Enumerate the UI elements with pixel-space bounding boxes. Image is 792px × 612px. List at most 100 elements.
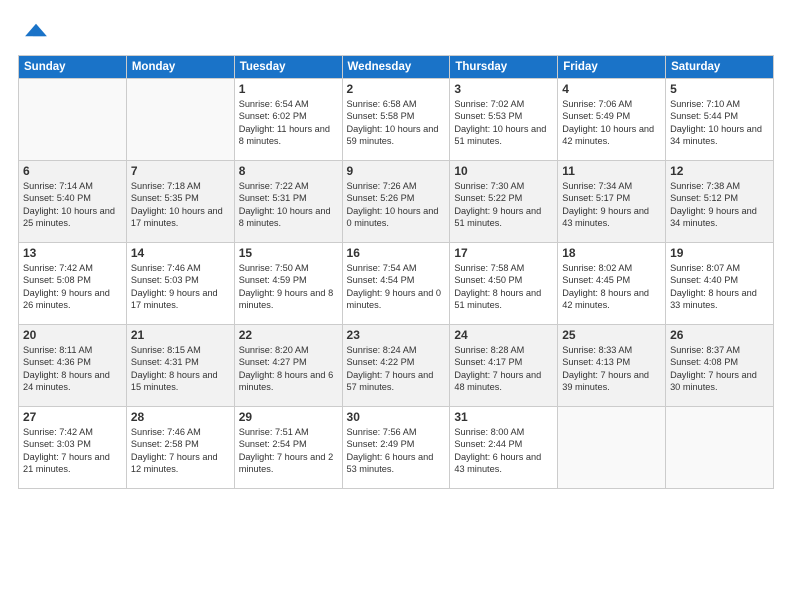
- day-number: 10: [454, 164, 553, 178]
- day-of-week-header: Saturday: [666, 56, 774, 79]
- day-number: 27: [23, 410, 122, 424]
- calendar-cell: 16 Sunrise: 7:54 AMSunset: 4:54 PMDayligh…: [342, 243, 450, 325]
- calendar-header-row: SundayMondayTuesdayWednesdayThursdayFrid…: [19, 56, 774, 79]
- day-number: 2: [347, 82, 446, 96]
- calendar-cell: 22 Sunrise: 8:20 AMSunset: 4:27 PMDayligh…: [234, 325, 342, 407]
- day-number: 30: [347, 410, 446, 424]
- calendar-cell: 19 Sunrise: 8:07 AMSunset: 4:40 PMDayligh…: [666, 243, 774, 325]
- calendar-cell: 24 Sunrise: 8:28 AMSunset: 4:17 PMDayligh…: [450, 325, 558, 407]
- day-number: 22: [239, 328, 338, 342]
- calendar-cell: 5 Sunrise: 7:10 AMSunset: 5:44 PMDaylight…: [666, 79, 774, 161]
- day-number: 23: [347, 328, 446, 342]
- cell-details: Sunrise: 7:34 AMSunset: 5:17 PMDaylight:…: [562, 180, 661, 230]
- calendar-cell: 14 Sunrise: 7:46 AMSunset: 5:03 PMDayligh…: [126, 243, 234, 325]
- cell-details: Sunrise: 7:06 AMSunset: 5:49 PMDaylight:…: [562, 98, 661, 148]
- day-of-week-header: Friday: [558, 56, 666, 79]
- cell-details: Sunrise: 7:30 AMSunset: 5:22 PMDaylight:…: [454, 180, 553, 230]
- day-of-week-header: Sunday: [19, 56, 127, 79]
- day-of-week-header: Tuesday: [234, 56, 342, 79]
- day-number: 1: [239, 82, 338, 96]
- calendar-cell: 25 Sunrise: 8:33 AMSunset: 4:13 PMDayligh…: [558, 325, 666, 407]
- calendar-cell: [666, 407, 774, 489]
- day-number: 11: [562, 164, 661, 178]
- cell-details: Sunrise: 7:50 AMSunset: 4:59 PMDaylight:…: [239, 262, 338, 312]
- day-of-week-header: Thursday: [450, 56, 558, 79]
- day-number: 26: [670, 328, 769, 342]
- calendar-week-row: 1 Sunrise: 6:54 AMSunset: 6:02 PMDaylight…: [19, 79, 774, 161]
- cell-details: Sunrise: 7:10 AMSunset: 5:44 PMDaylight:…: [670, 98, 769, 148]
- page: SundayMondayTuesdayWednesdayThursdayFrid…: [0, 0, 792, 499]
- calendar-cell: 18 Sunrise: 8:02 AMSunset: 4:45 PMDayligh…: [558, 243, 666, 325]
- day-number: 7: [131, 164, 230, 178]
- day-number: 14: [131, 246, 230, 260]
- cell-details: Sunrise: 7:42 AMSunset: 5:08 PMDaylight:…: [23, 262, 122, 312]
- calendar-cell: 7 Sunrise: 7:18 AMSunset: 5:35 PMDaylight…: [126, 161, 234, 243]
- calendar-cell: 9 Sunrise: 7:26 AMSunset: 5:26 PMDaylight…: [342, 161, 450, 243]
- day-of-week-header: Wednesday: [342, 56, 450, 79]
- cell-details: Sunrise: 8:20 AMSunset: 4:27 PMDaylight:…: [239, 344, 338, 394]
- day-number: 9: [347, 164, 446, 178]
- cell-details: Sunrise: 7:42 AMSunset: 3:03 PMDaylight:…: [23, 426, 122, 476]
- calendar-cell: 3 Sunrise: 7:02 AMSunset: 5:53 PMDaylight…: [450, 79, 558, 161]
- cell-details: Sunrise: 8:33 AMSunset: 4:13 PMDaylight:…: [562, 344, 661, 394]
- calendar-cell: 1 Sunrise: 6:54 AMSunset: 6:02 PMDaylight…: [234, 79, 342, 161]
- cell-details: Sunrise: 7:56 AMSunset: 2:49 PMDaylight:…: [347, 426, 446, 476]
- calendar-cell: [558, 407, 666, 489]
- cell-details: Sunrise: 8:07 AMSunset: 4:40 PMDaylight:…: [670, 262, 769, 312]
- cell-details: Sunrise: 6:54 AMSunset: 6:02 PMDaylight:…: [239, 98, 338, 148]
- day-number: 12: [670, 164, 769, 178]
- cell-details: Sunrise: 7:58 AMSunset: 4:50 PMDaylight:…: [454, 262, 553, 312]
- calendar-week-row: 20 Sunrise: 8:11 AMSunset: 4:36 PMDayligh…: [19, 325, 774, 407]
- cell-details: Sunrise: 6:58 AMSunset: 5:58 PMDaylight:…: [347, 98, 446, 148]
- cell-details: Sunrise: 8:24 AMSunset: 4:22 PMDaylight:…: [347, 344, 446, 394]
- day-number: 16: [347, 246, 446, 260]
- calendar-cell: 10 Sunrise: 7:30 AMSunset: 5:22 PMDayligh…: [450, 161, 558, 243]
- cell-details: Sunrise: 8:37 AMSunset: 4:08 PMDaylight:…: [670, 344, 769, 394]
- cell-details: Sunrise: 8:15 AMSunset: 4:31 PMDaylight:…: [131, 344, 230, 394]
- calendar-cell: 2 Sunrise: 6:58 AMSunset: 5:58 PMDaylight…: [342, 79, 450, 161]
- cell-details: Sunrise: 8:11 AMSunset: 4:36 PMDaylight:…: [23, 344, 122, 394]
- day-number: 8: [239, 164, 338, 178]
- cell-details: Sunrise: 7:22 AMSunset: 5:31 PMDaylight:…: [239, 180, 338, 230]
- calendar-cell: 11 Sunrise: 7:34 AMSunset: 5:17 PMDayligh…: [558, 161, 666, 243]
- cell-details: Sunrise: 7:26 AMSunset: 5:26 PMDaylight:…: [347, 180, 446, 230]
- day-number: 28: [131, 410, 230, 424]
- cell-details: Sunrise: 8:28 AMSunset: 4:17 PMDaylight:…: [454, 344, 553, 394]
- cell-details: Sunrise: 7:46 AMSunset: 5:03 PMDaylight:…: [131, 262, 230, 312]
- calendar-cell: 20 Sunrise: 8:11 AMSunset: 4:36 PMDayligh…: [19, 325, 127, 407]
- calendar-cell: 23 Sunrise: 8:24 AMSunset: 4:22 PMDayligh…: [342, 325, 450, 407]
- cell-details: Sunrise: 7:38 AMSunset: 5:12 PMDaylight:…: [670, 180, 769, 230]
- day-number: 20: [23, 328, 122, 342]
- calendar-cell: 13 Sunrise: 7:42 AMSunset: 5:08 PMDayligh…: [19, 243, 127, 325]
- day-number: 19: [670, 246, 769, 260]
- calendar-cell: 31 Sunrise: 8:00 AMSunset: 2:44 PMDayligh…: [450, 407, 558, 489]
- day-number: 25: [562, 328, 661, 342]
- calendar-cell: 28 Sunrise: 7:46 AMSunset: 2:58 PMDayligh…: [126, 407, 234, 489]
- cell-details: Sunrise: 7:54 AMSunset: 4:54 PMDaylight:…: [347, 262, 446, 312]
- logo: [18, 16, 50, 49]
- day-of-week-header: Monday: [126, 56, 234, 79]
- calendar-cell: 26 Sunrise: 8:37 AMSunset: 4:08 PMDayligh…: [666, 325, 774, 407]
- day-number: 13: [23, 246, 122, 260]
- calendar-cell: 12 Sunrise: 7:38 AMSunset: 5:12 PMDayligh…: [666, 161, 774, 243]
- calendar-cell: 8 Sunrise: 7:22 AMSunset: 5:31 PMDaylight…: [234, 161, 342, 243]
- cell-details: Sunrise: 7:51 AMSunset: 2:54 PMDaylight:…: [239, 426, 338, 476]
- calendar-cell: 15Sunrise: 7:50 AMSunset: 4:59 PMDayligh…: [234, 243, 342, 325]
- cell-details: Sunrise: 8:02 AMSunset: 4:45 PMDaylight:…: [562, 262, 661, 312]
- day-number: 31: [454, 410, 553, 424]
- calendar-cell: 4 Sunrise: 7:06 AMSunset: 5:49 PMDaylight…: [558, 79, 666, 161]
- day-number: 4: [562, 82, 661, 96]
- calendar-cell: 17Sunrise: 7:58 AMSunset: 4:50 PMDayligh…: [450, 243, 558, 325]
- day-number: 24: [454, 328, 553, 342]
- cell-details: Sunrise: 7:46 AMSunset: 2:58 PMDaylight:…: [131, 426, 230, 476]
- cell-details: Sunrise: 7:18 AMSunset: 5:35 PMDaylight:…: [131, 180, 230, 230]
- day-number: 3: [454, 82, 553, 96]
- day-number: 18: [562, 246, 661, 260]
- calendar-week-row: 27 Sunrise: 7:42 AMSunset: 3:03 PMDayligh…: [19, 407, 774, 489]
- day-number: 5: [670, 82, 769, 96]
- cell-details: Sunrise: 8:00 AMSunset: 2:44 PMDaylight:…: [454, 426, 553, 476]
- day-number: 21: [131, 328, 230, 342]
- calendar-week-row: 13 Sunrise: 7:42 AMSunset: 5:08 PMDayligh…: [19, 243, 774, 325]
- day-number: 29: [239, 410, 338, 424]
- cell-details: Sunrise: 7:02 AMSunset: 5:53 PMDaylight:…: [454, 98, 553, 148]
